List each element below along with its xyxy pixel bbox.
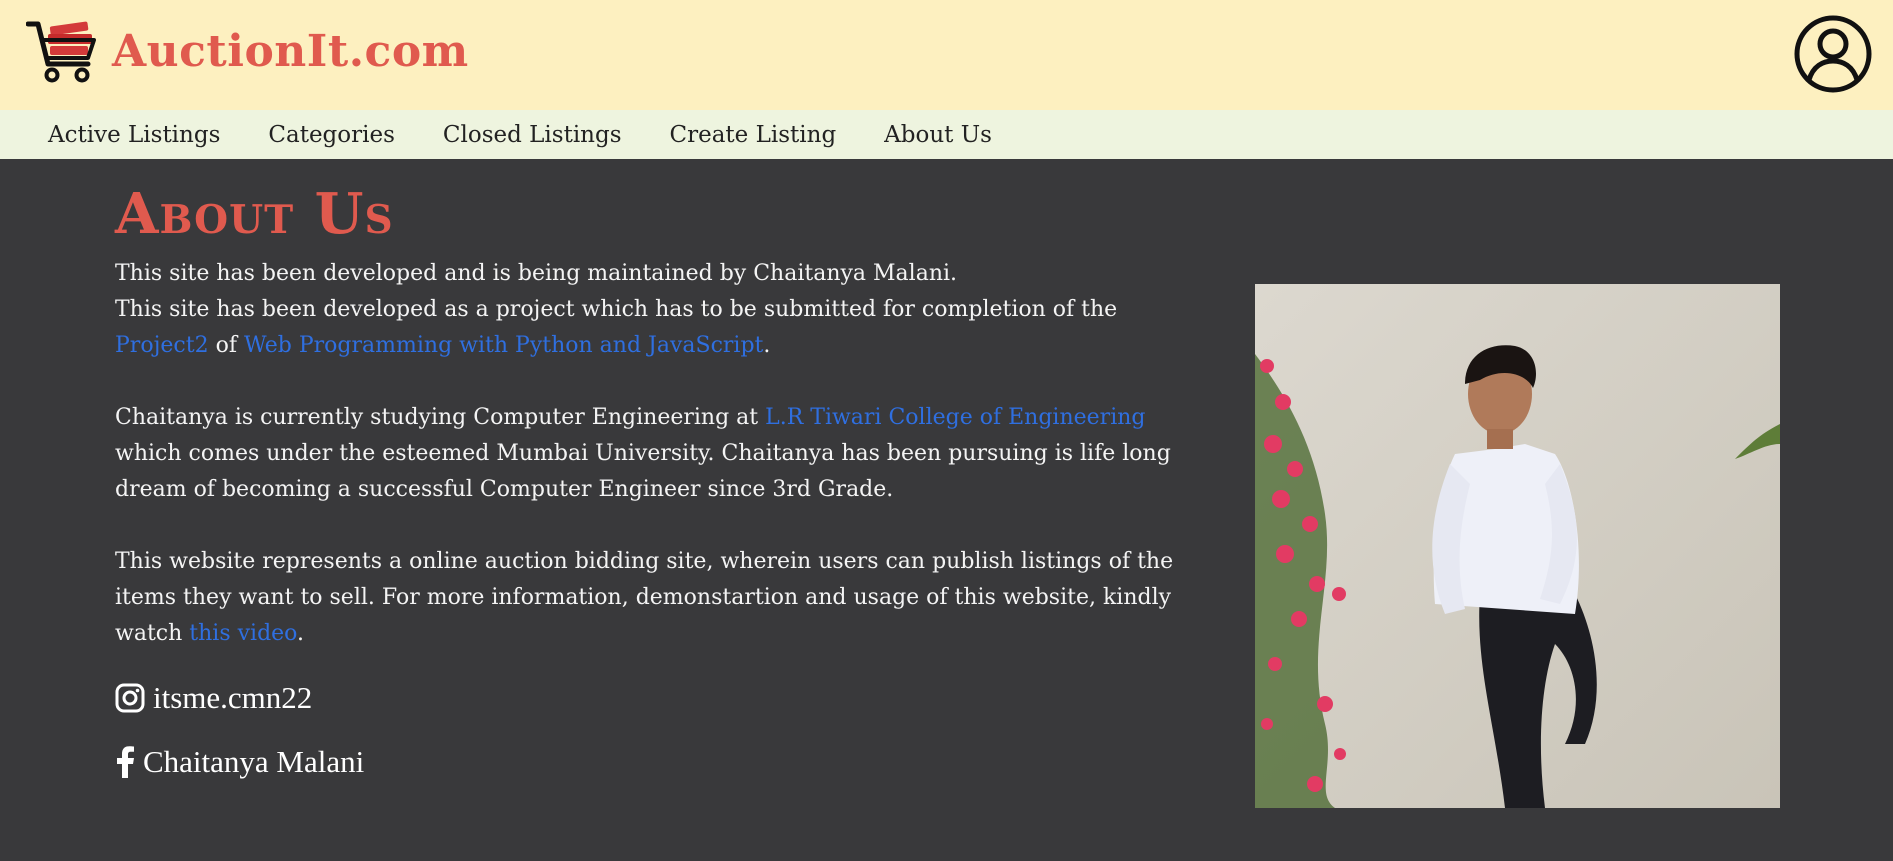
nav-create-listing[interactable]: Create Listing xyxy=(670,122,837,148)
nav-closed-listings[interactable]: Closed Listings xyxy=(443,122,622,148)
instagram-handle: itsme.cmn22 xyxy=(153,680,313,715)
education-text-a: Chaitanya is currently studying Computer… xyxy=(115,405,766,430)
nav-active-listings[interactable]: Active Listings xyxy=(48,122,220,148)
nav-about-us[interactable]: About Us xyxy=(884,122,992,148)
course-link[interactable]: Web Programming with Python and JavaScri… xyxy=(244,333,763,358)
website-end: . xyxy=(297,621,305,646)
user-circle-icon xyxy=(1794,15,1872,93)
intro-line-2-text: This site has been developed as a projec… xyxy=(115,297,1118,322)
college-link[interactable]: L.R Tiwari College of Engineering xyxy=(765,405,1145,430)
website-paragraph: This website represents a online auction… xyxy=(115,544,1195,652)
facebook-name: Chaitanya Malani xyxy=(143,744,365,779)
education-text-b: which comes under the esteemed Mumbai Un… xyxy=(115,441,1171,502)
page-title: About Us xyxy=(115,181,394,247)
project2-link[interactable]: Project2 xyxy=(115,333,209,358)
instagram-link[interactable]: itsme.cmn22 xyxy=(115,680,1195,716)
about-content: About Us This site has been developed an… xyxy=(115,182,1195,780)
header-bar: AuctionIt.com xyxy=(0,0,1893,110)
brand-name: AuctionIt.com xyxy=(112,25,469,77)
instagram-icon xyxy=(115,683,145,713)
brand-link[interactable]: AuctionIt.com xyxy=(26,18,469,84)
facebook-link[interactable]: Chaitanya Malani xyxy=(115,744,1195,780)
profile-button[interactable] xyxy=(1793,14,1873,94)
video-link[interactable]: this video xyxy=(189,621,297,646)
intro-line-1: This site has been developed and is bein… xyxy=(115,261,958,286)
intro-of-text: of xyxy=(208,333,244,358)
nav-categories[interactable]: Categories xyxy=(268,122,395,148)
education-paragraph: Chaitanya is currently studying Computer… xyxy=(115,400,1195,508)
profile-photo xyxy=(1255,284,1780,808)
shopping-cart-icon xyxy=(26,21,96,83)
intro-end: . xyxy=(763,333,771,358)
intro-paragraph: This site has been developed and is bein… xyxy=(115,256,1195,364)
main-nav: Active Listings Categories Closed Listin… xyxy=(0,110,1893,159)
facebook-icon xyxy=(117,746,134,778)
